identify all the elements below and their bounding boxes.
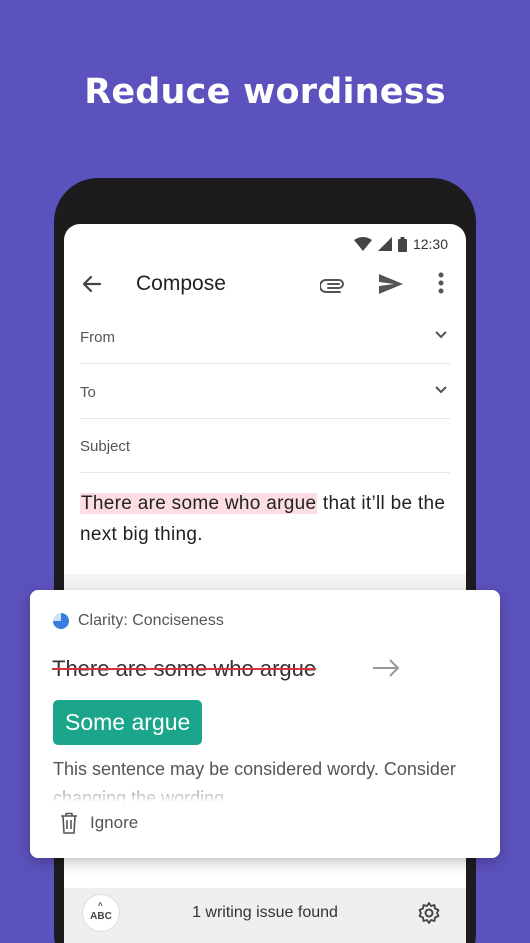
message-body[interactable]: There are some who argue that it’ll be t… <box>80 488 456 550</box>
app-bar: Compose <box>64 262 466 308</box>
status-bar: 12:30 <box>353 236 448 252</box>
replacement-button[interactable]: Some argue <box>53 700 203 745</box>
signal-icon <box>377 237 392 251</box>
back-arrow-icon[interactable] <box>80 272 104 296</box>
chevron-down-icon[interactable] <box>434 385 448 395</box>
subject-label: Subject <box>80 438 131 455</box>
issue-count[interactable]: 1 writing issue found <box>64 904 466 922</box>
from-field[interactable]: From <box>80 310 450 364</box>
status-time: 12:30 <box>412 236 448 252</box>
highlighted-phrase[interactable]: There are some who argue <box>80 493 318 514</box>
chevron-down-icon[interactable] <box>434 330 448 340</box>
ignore-label: Ignore <box>90 813 139 832</box>
ignore-button[interactable]: Ignore <box>60 812 138 834</box>
suggestion-category: Clarity: Conciseness <box>52 612 224 630</box>
page-title: Compose <box>136 272 226 295</box>
send-icon[interactable] <box>378 272 404 296</box>
original-text: There are some who argue <box>52 656 317 681</box>
gear-icon[interactable] <box>417 901 441 925</box>
subject-field[interactable]: Subject <box>80 419 450 473</box>
trash-icon <box>61 812 77 834</box>
suggestion-card[interactable]: Clarity: Conciseness There are some who … <box>30 590 500 858</box>
explanation-fade <box>50 785 490 803</box>
headline: Reduce wordiness <box>84 72 446 112</box>
wifi-icon <box>353 237 372 251</box>
paperclip-icon[interactable] <box>320 273 346 295</box>
clarity-icon <box>53 613 69 629</box>
assistant-bar: ^ ABC 1 writing issue found <box>64 888 466 943</box>
arrow-right-icon <box>373 659 400 677</box>
to-label: To <box>80 384 96 401</box>
from-label: From <box>80 329 115 346</box>
to-field[interactable]: To <box>80 365 450 419</box>
battery-icon <box>397 236 407 252</box>
more-vert-icon[interactable] <box>438 272 444 294</box>
category-label: Clarity: Conciseness <box>78 612 224 629</box>
